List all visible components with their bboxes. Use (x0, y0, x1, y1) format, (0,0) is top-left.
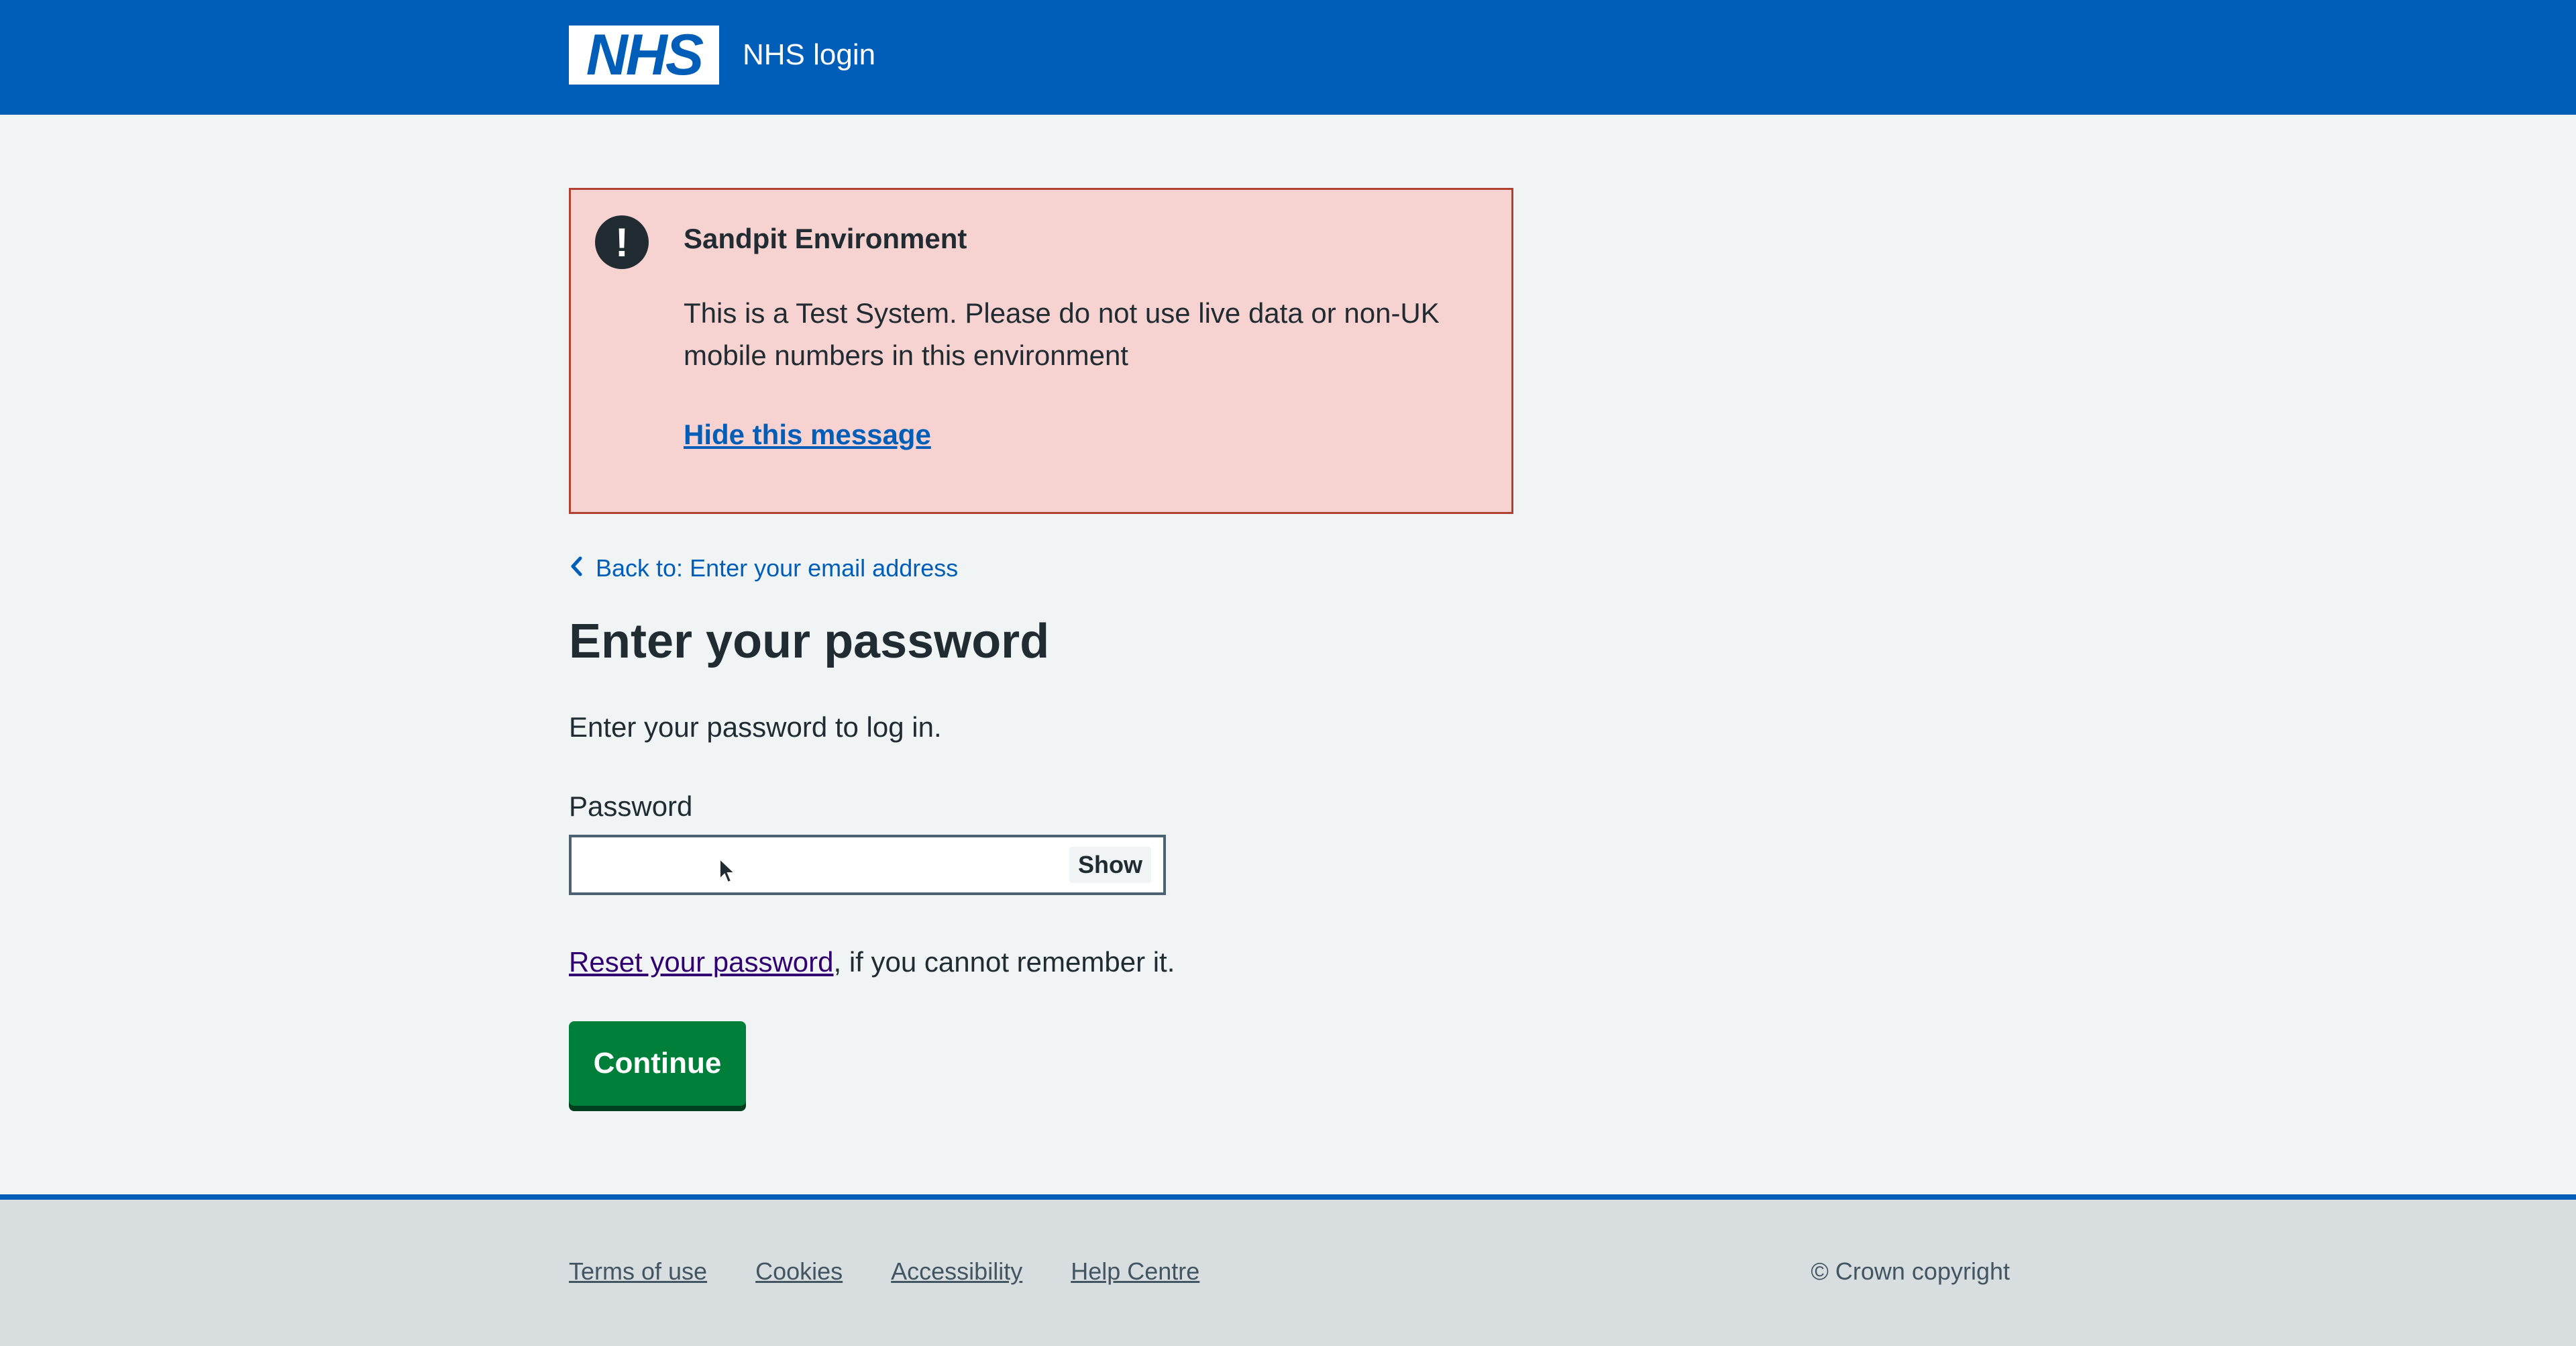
show-password-button[interactable]: Show (1069, 847, 1151, 883)
footer-link-help-centre[interactable]: Help Centre (1071, 1255, 1199, 1288)
reset-password-line: Reset your password, if you cannot remem… (569, 942, 1175, 982)
service-name[interactable]: NHS login (743, 35, 875, 75)
continue-button[interactable]: Continue (569, 1021, 746, 1106)
chevron-left-icon (569, 552, 596, 585)
reset-password-suffix: , if you cannot remember it. (833, 946, 1175, 978)
password-input[interactable] (572, 837, 1068, 892)
reset-password-link[interactable]: Reset your password (569, 946, 834, 978)
footer-links: Terms of use Cookies Accessibility Help … (569, 1255, 1199, 1288)
page-title: Enter your password (569, 615, 1050, 668)
site-footer: Terms of use Cookies Accessibility Help … (0, 1194, 2576, 1346)
warning-title: Sandpit Environment (684, 223, 967, 254)
hide-message-link[interactable]: Hide this message (684, 415, 931, 454)
back-link[interactable]: Back to: Enter your email address (569, 552, 958, 585)
footer-link-cookies[interactable]: Cookies (755, 1255, 843, 1288)
password-field: Show (569, 835, 1166, 895)
footer-link-accessibility[interactable]: Accessibility (891, 1255, 1022, 1288)
copyright-text: © Crown copyright (1811, 1257, 2010, 1285)
back-link-label: Back to: Enter your email address (596, 554, 959, 582)
mouse-cursor-icon (719, 858, 737, 884)
warning-body: This is a Test System. Please do not use… (684, 297, 1440, 371)
site-header: NHS NHS login (0, 0, 2576, 115)
exclamation-icon: ! (595, 215, 649, 269)
sandpit-warning-callout: ! Sandpit Environment This is a Test Sys… (569, 188, 1513, 514)
intro-text: Enter your password to log in. (569, 711, 942, 743)
nhs-logo-text: NHS (586, 23, 704, 87)
footer-link-terms[interactable]: Terms of use (569, 1255, 707, 1288)
nhs-logo[interactable]: NHS (569, 25, 719, 85)
password-label: Password (569, 790, 693, 822)
